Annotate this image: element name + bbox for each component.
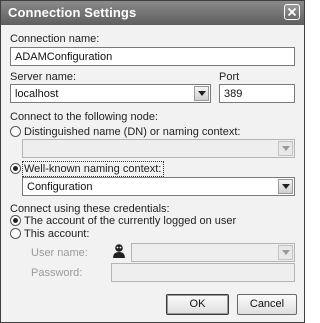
user-icon (112, 243, 126, 262)
server-name-value: localhost (15, 88, 59, 100)
current-user-radio[interactable] (10, 215, 21, 226)
server-name-label: Server name: (10, 71, 77, 83)
dn-dropdown-button (278, 141, 293, 156)
current-user-option-label[interactable]: The account of the currently logged on u… (24, 215, 236, 227)
server-dropdown-button[interactable] (194, 86, 209, 101)
connection-settings-dialog: Connection Settings Connection name: ADA… (0, 0, 305, 323)
user-name-combo (131, 243, 295, 262)
cancel-button[interactable]: Cancel (237, 294, 297, 315)
node-group-label: Connect to the following node: (10, 111, 158, 123)
port-label: Port (219, 71, 240, 83)
port-input[interactable]: 389 (219, 84, 295, 103)
connection-name-input[interactable]: ADAMConfiguration (10, 47, 295, 66)
radio-selected-dot (13, 218, 18, 223)
close-icon (288, 8, 296, 16)
well-known-dropdown-button[interactable] (278, 179, 293, 194)
user-name-dropdown-button (278, 245, 293, 260)
this-account-option-label[interactable]: This account: (24, 228, 89, 240)
dn-combo (22, 139, 295, 158)
credentials-group-label: Connect using these credentials: (10, 203, 170, 215)
chevron-down-icon (282, 146, 290, 151)
chevron-down-icon (198, 91, 206, 96)
title-bar[interactable]: Connection Settings (1, 1, 304, 25)
well-known-combo[interactable]: Configuration (22, 177, 295, 196)
dn-radio[interactable] (10, 126, 21, 137)
radio-selected-dot (13, 166, 18, 171)
ok-button[interactable]: OK (166, 294, 229, 315)
well-known-radio[interactable] (10, 163, 21, 174)
dialog-title: Connection Settings (8, 5, 137, 20)
connection-name-label: Connection name: (10, 33, 100, 45)
well-known-value: Configuration (27, 181, 93, 193)
chevron-down-icon (282, 250, 290, 255)
user-name-label: User name: (31, 247, 88, 259)
dn-option-label[interactable]: Distinguished name (DN) or naming contex… (24, 126, 240, 138)
password-label: Password: (31, 267, 83, 279)
server-name-combo[interactable]: localhost (10, 84, 211, 103)
close-button[interactable] (284, 4, 300, 20)
well-known-option-label[interactable]: Well-known naming context: (24, 163, 161, 175)
password-input (111, 263, 295, 282)
this-account-radio[interactable] (10, 228, 21, 239)
chevron-down-icon (282, 184, 290, 189)
